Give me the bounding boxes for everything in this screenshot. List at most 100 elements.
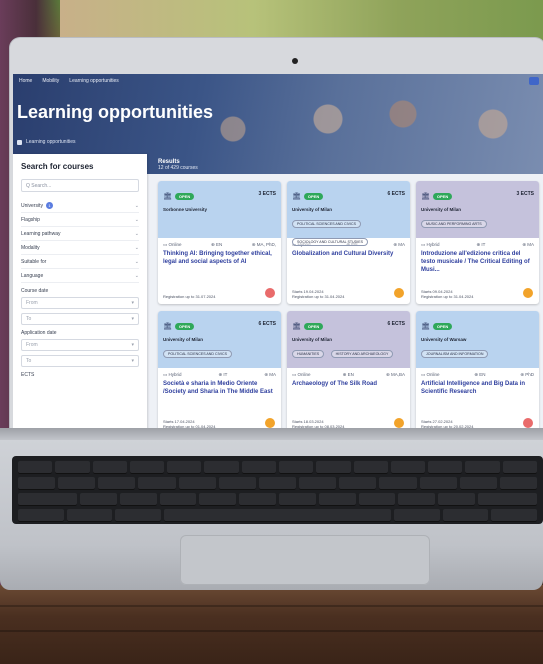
breadcrumb-current: Learning opportunities: [26, 139, 76, 145]
status-badge: OPEN: [174, 193, 195, 200]
modality: ▭ Hybrid: [163, 372, 182, 377]
modality: ▭ Online: [421, 372, 440, 377]
availability-dot: [523, 288, 533, 298]
status-badge: OPEN: [303, 193, 324, 200]
search-input[interactable]: Q Search...: [21, 179, 139, 192]
keyboard: [12, 456, 543, 524]
card-university: University of Warsaw: [421, 337, 467, 342]
results-count: 12 of 429 courses: [158, 165, 198, 171]
chevron-down-icon: ⌄: [134, 216, 139, 223]
institution-icon: 🏛: [292, 193, 301, 200]
card-title[interactable]: Introduzione all'edizione critica del te…: [416, 248, 539, 277]
ects-value: 3 ECTS: [258, 191, 276, 197]
course-card[interactable]: 🏛 OPEN 6 ECTS University of Milan POLITICA…: [287, 181, 410, 304]
level: ⊛ MA: [522, 242, 534, 247]
results-grid: 🏛 OPEN 3 ECTS Sorbonne University ▭ Online…: [158, 181, 540, 430]
caret-icon: ▾: [131, 316, 134, 322]
course-card[interactable]: 🏛 OPEN 6 ECTS University of Milan POLITICA…: [158, 311, 281, 430]
subject-tag: JOURNALISM AND INFORMATION: [421, 350, 489, 358]
filter-language[interactable]: Language ⌄: [21, 269, 139, 283]
card-title[interactable]: Thinking AI: Bringing together ethical, …: [158, 248, 281, 270]
modality: ▭ Hybrid: [421, 242, 440, 247]
results-header: Results 12 of 429 courses: [158, 159, 198, 171]
level: ⊛ PhD: [520, 372, 534, 377]
filter-university[interactable]: University 1 ⌄: [21, 199, 139, 213]
availability-dot: [265, 288, 275, 298]
availability-dot: [265, 418, 275, 428]
ects-value: 6 ECTS: [258, 321, 276, 327]
subject-tag: MUSIC AND PERFORMING ARTS: [421, 220, 487, 228]
filter-learning-pathway[interactable]: Learning pathway ⌄: [21, 227, 139, 241]
subject-tag: HUMANITIES: [292, 350, 325, 358]
subject-tag: SOCIOLOGY AND CULTURAL STUDIES: [292, 238, 369, 246]
course-card[interactable]: 🏛 OPEN 3 ECTS University of Milan MUSIC AN…: [416, 181, 539, 304]
card-university: Sorbonne University: [163, 207, 208, 212]
sidebar-title: Search for courses: [21, 162, 94, 171]
card-title[interactable]: Artificial Intelligence and Big Data in …: [416, 378, 539, 400]
nav-mobility[interactable]: Mobility: [42, 78, 59, 84]
photo-scene: Home Mobility Learning opportunities Lea…: [0, 0, 543, 664]
course-card[interactable]: 🏛 OPEN University of Warsaw JOURNALISM AN…: [416, 311, 539, 430]
caret-icon: ▾: [131, 342, 134, 348]
level: ⊛ MA: [264, 372, 276, 377]
filter-modality[interactable]: Modality ⌄: [21, 241, 139, 255]
ects-value: 3 ECTS: [516, 191, 534, 197]
application-date-label: Application date: [21, 330, 57, 336]
card-university: University of Milan: [421, 207, 462, 212]
availability-dot: [394, 418, 404, 428]
hero-photo: [193, 74, 543, 174]
subject-tag: POLITICAL SCIENCES AND CIVICS: [292, 220, 361, 228]
filter-suitable-for[interactable]: Suitable for ⌄: [21, 255, 139, 269]
card-title[interactable]: Globalization and Cultural Diversity: [287, 248, 410, 262]
card-university: University of Milan: [292, 207, 333, 212]
course-card[interactable]: 🏛 OPEN 6 ECTS University of Milan HUMANITI…: [287, 311, 410, 430]
chevron-down-icon: ⌄: [134, 272, 139, 279]
level: ⊛ MA, PhD,: [251, 242, 276, 247]
availability-dot: [523, 418, 533, 428]
institution-icon: 🏛: [421, 323, 430, 330]
ects-value: 6 ECTS: [387, 191, 405, 197]
course-date-label: Course date: [21, 288, 49, 294]
status-badge: OPEN: [432, 323, 453, 330]
language: ⊕ EN: [210, 242, 223, 247]
account-button[interactable]: [529, 77, 539, 85]
caret-icon: ▾: [131, 300, 134, 306]
language: ⊕ EN: [342, 372, 354, 377]
card-dates: Starts 19.04.2024 Registration up to 31.0…: [292, 288, 345, 299]
chevron-down-icon: ⌄: [134, 244, 139, 251]
subject-tag: POLITICAL SCIENCES AND CIVICS: [163, 350, 232, 358]
nav-learning-opportunities[interactable]: Learning opportunities: [69, 78, 118, 84]
nav-home[interactable]: Home: [19, 78, 32, 84]
card-dates: Registration up to 31.07.2024: [163, 293, 216, 299]
application-date-from[interactable]: From ▾: [21, 339, 139, 351]
trackpad: [180, 535, 430, 585]
application-date-to[interactable]: To ▾: [21, 355, 139, 367]
filter-flagship[interactable]: Flagship ⌄: [21, 213, 139, 227]
card-title[interactable]: Archaeology of The Silk Road: [287, 378, 410, 392]
status-badge: OPEN: [303, 323, 324, 330]
language: ⊕ IT: [476, 242, 486, 247]
chevron-down-icon: ⌄: [134, 258, 139, 265]
card-university: University of Milan: [163, 337, 204, 342]
home-icon[interactable]: [17, 139, 22, 145]
chevron-down-icon: ⌄: [134, 202, 139, 209]
ects-value: 6 ECTS: [387, 321, 405, 327]
chevron-down-icon: ⌄: [134, 230, 139, 237]
course-card[interactable]: 🏛 OPEN 3 ECTS Sorbonne University ▭ Online…: [158, 181, 281, 304]
availability-dot: [394, 288, 404, 298]
card-dates: Starts 09.04.2024 Registration up to 31.0…: [421, 288, 474, 299]
card-title[interactable]: Società e sharia in Medio Oriente /Socie…: [158, 378, 281, 400]
page-title: Learning opportunities: [17, 102, 213, 122]
course-date-from[interactable]: From ▾: [21, 297, 139, 309]
modality: ▭ Online: [292, 372, 311, 377]
laptop-screen: Home Mobility Learning opportunities Lea…: [13, 74, 543, 430]
language: ⊕ EN: [474, 372, 486, 377]
course-date-to[interactable]: To ▾: [21, 313, 139, 325]
breadcrumb: Learning opportunities: [17, 139, 75, 145]
institution-icon: 🏛: [421, 193, 430, 200]
language: ⊕ IT: [218, 372, 228, 377]
webcam: [292, 58, 298, 64]
ects-label: ECTS: [21, 372, 35, 378]
modality: ▭ Online: [163, 242, 182, 247]
wooden-table: [0, 585, 543, 664]
